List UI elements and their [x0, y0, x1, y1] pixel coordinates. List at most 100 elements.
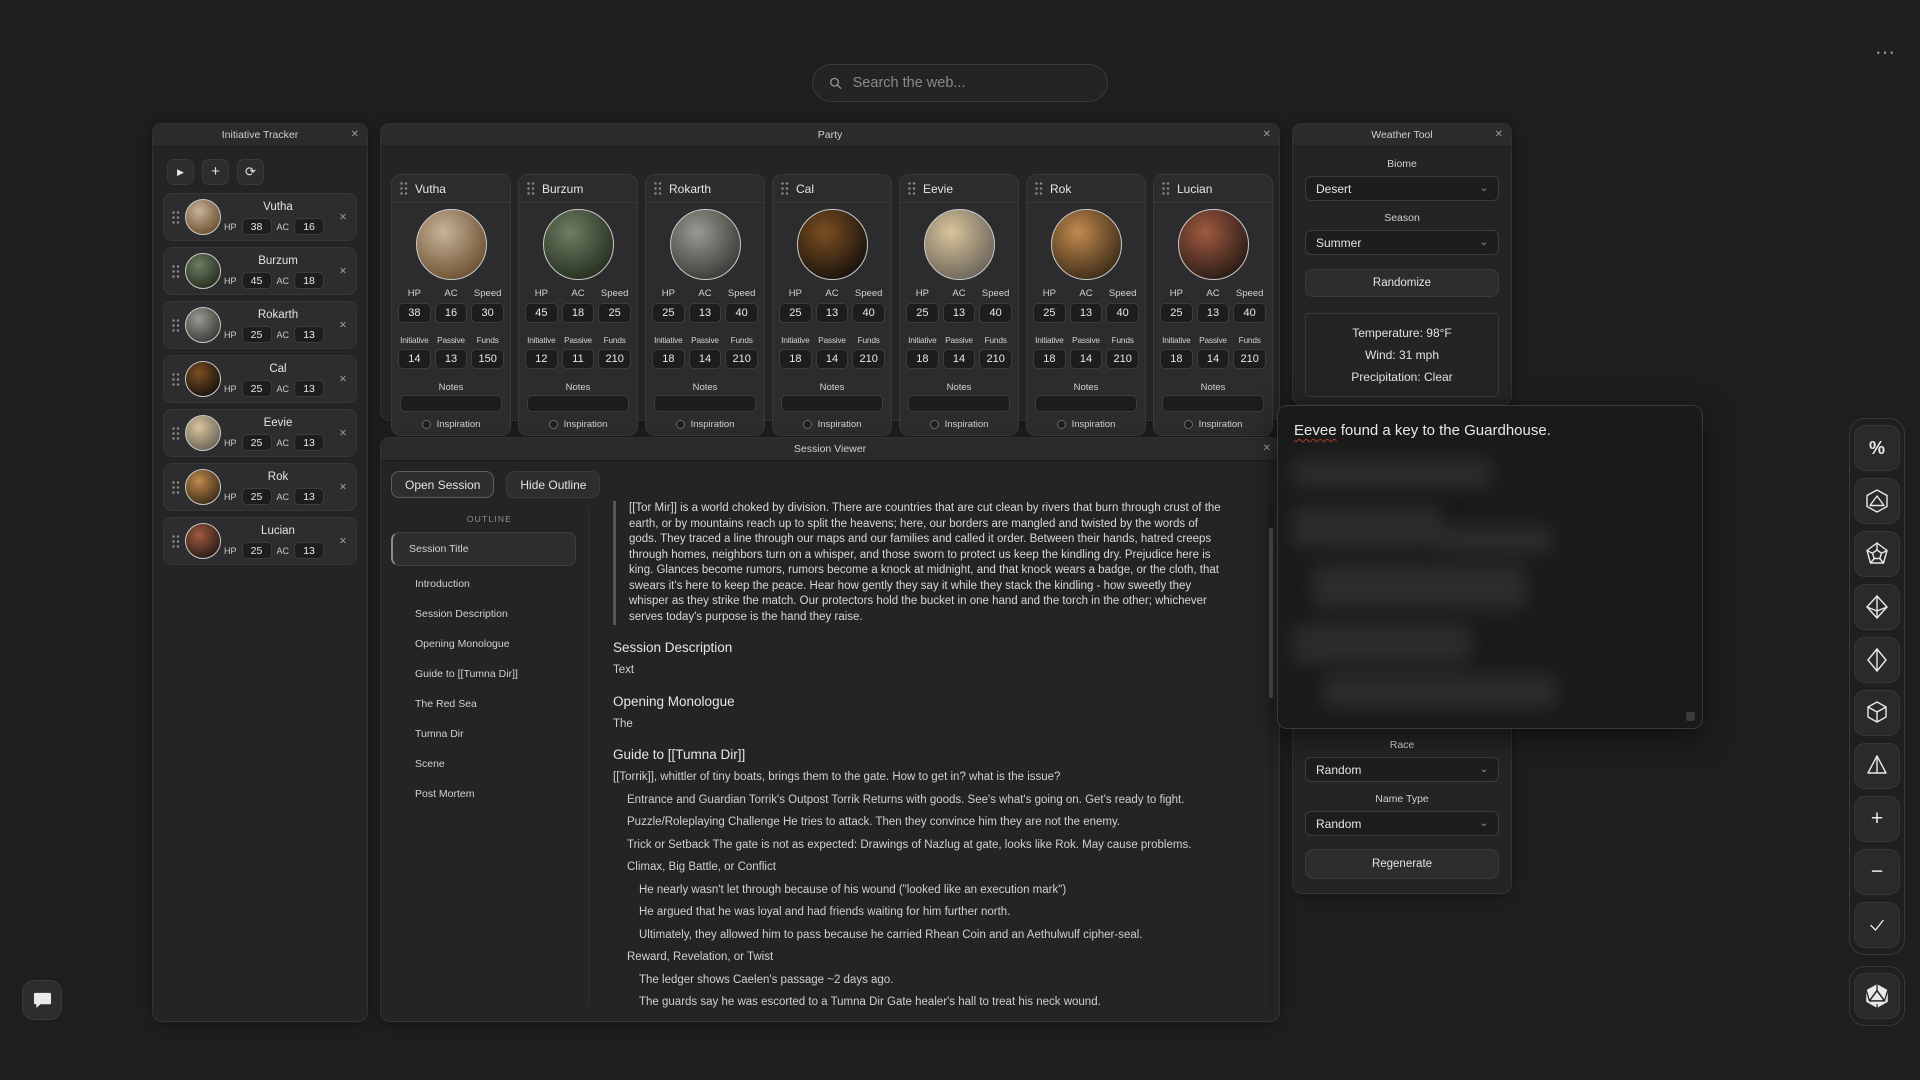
close-icon[interactable]: ✕: [1263, 443, 1271, 455]
d8-button[interactable]: [1854, 637, 1900, 683]
passive-value[interactable]: 11: [562, 349, 595, 369]
funds-value[interactable]: 210: [1233, 349, 1266, 369]
ac-value[interactable]: 13: [294, 488, 324, 505]
ac-value[interactable]: 16: [435, 303, 468, 323]
hp-value[interactable]: 45: [242, 272, 272, 289]
inspiration-radio[interactable]: [1057, 420, 1066, 429]
hp-value[interactable]: 25: [242, 434, 272, 451]
inspiration-radio[interactable]: [676, 420, 685, 429]
funds-value[interactable]: 210: [725, 349, 758, 369]
inspiration-radio[interactable]: [422, 420, 431, 429]
drag-handle-icon[interactable]: [908, 182, 916, 195]
initiative-value[interactable]: 18: [906, 349, 939, 369]
outline-item[interactable]: Session Title: [391, 532, 576, 566]
funds-value[interactable]: 210: [598, 349, 631, 369]
initiative-value[interactable]: 18: [779, 349, 812, 369]
scrollbar-thumb[interactable]: [1269, 528, 1273, 698]
close-icon[interactable]: ✕: [1263, 129, 1271, 141]
ac-value[interactable]: 13: [943, 303, 976, 323]
hp-value[interactable]: 45: [525, 303, 558, 323]
d6-button[interactable]: [1854, 690, 1900, 736]
speed-value[interactable]: 40: [979, 303, 1012, 323]
notes-input[interactable]: [1162, 395, 1264, 412]
hp-value[interactable]: 25: [906, 303, 939, 323]
drag-handle-icon[interactable]: [527, 182, 535, 195]
passive-value[interactable]: 14: [816, 349, 849, 369]
remove-icon[interactable]: ✕: [339, 212, 347, 223]
outline-item[interactable]: Tumna Dir: [391, 719, 588, 749]
funds-value[interactable]: 210: [1106, 349, 1139, 369]
hp-value[interactable]: 25: [242, 488, 272, 505]
hp-value[interactable]: 38: [398, 303, 431, 323]
ac-value[interactable]: 18: [562, 303, 595, 323]
note-text[interactable]: Eevee found a key to the Guardhouse.: [1294, 422, 1686, 439]
scrollbar-track[interactable]: [1269, 500, 1273, 1011]
check-button[interactable]: [1854, 902, 1900, 948]
percent-button[interactable]: %: [1854, 425, 1900, 471]
ac-value[interactable]: 13: [816, 303, 849, 323]
hp-value[interactable]: 25: [1160, 303, 1193, 323]
initiative-value[interactable]: 18: [1160, 349, 1193, 369]
drag-handle-icon[interactable]: [172, 427, 181, 442]
race-select[interactable]: Random ⌄: [1305, 757, 1499, 782]
outline-item[interactable]: Opening Monologue: [391, 629, 588, 659]
speed-value[interactable]: 40: [1233, 303, 1266, 323]
ac-value[interactable]: 13: [294, 380, 324, 397]
drag-handle-icon[interactable]: [172, 373, 181, 388]
randomize-button[interactable]: Randomize: [1305, 269, 1499, 297]
outline-item[interactable]: Post Mortem: [391, 779, 588, 809]
note-popup[interactable]: Eevee found a key to the Guardhouse.: [1277, 405, 1703, 729]
notes-input[interactable]: [1035, 395, 1137, 412]
speed-value[interactable]: 40: [1106, 303, 1139, 323]
chat-button[interactable]: [22, 980, 62, 1020]
drag-handle-icon[interactable]: [172, 211, 181, 226]
d12-button[interactable]: [1854, 531, 1900, 577]
drag-handle-icon[interactable]: [172, 319, 181, 334]
drag-handle-icon[interactable]: [1162, 182, 1170, 195]
outline-item[interactable]: Introduction: [391, 569, 588, 599]
passive-value[interactable]: 14: [1197, 349, 1230, 369]
speed-value[interactable]: 40: [852, 303, 885, 323]
funds-value[interactable]: 210: [979, 349, 1012, 369]
funds-value[interactable]: 210: [852, 349, 885, 369]
funds-value[interactable]: 150: [471, 349, 504, 369]
remove-icon[interactable]: ✕: [339, 266, 347, 277]
speed-value[interactable]: 25: [598, 303, 631, 323]
outline-item[interactable]: Guide to [[Tumna Dir]]: [391, 659, 588, 689]
overflow-menu-icon[interactable]: ⋯: [1875, 40, 1896, 65]
plus-button[interactable]: +: [1854, 796, 1900, 842]
notes-input[interactable]: [781, 395, 883, 412]
notes-input[interactable]: [654, 395, 756, 412]
initiative-value[interactable]: 14: [398, 349, 431, 369]
drag-handle-icon[interactable]: [400, 182, 408, 195]
ac-value[interactable]: 18: [294, 272, 324, 289]
remove-icon[interactable]: ✕: [339, 320, 347, 331]
outline-item[interactable]: The Red Sea: [391, 689, 588, 719]
open-session-button[interactable]: Open Session: [391, 471, 494, 498]
ac-value[interactable]: 13: [294, 434, 324, 451]
initiative-value[interactable]: 18: [652, 349, 685, 369]
d10-button[interactable]: [1854, 584, 1900, 630]
hp-value[interactable]: 25: [242, 326, 272, 343]
remove-icon[interactable]: ✕: [339, 374, 347, 385]
resize-grip[interactable]: [1686, 712, 1695, 721]
passive-value[interactable]: 14: [943, 349, 976, 369]
passive-value[interactable]: 13: [435, 349, 468, 369]
hp-value[interactable]: 25: [779, 303, 812, 323]
outline-item[interactable]: Scene: [391, 749, 588, 779]
session-content[interactable]: [[Tor Mir]] is a world choked by divisio…: [613, 501, 1224, 1013]
drag-handle-icon[interactable]: [654, 182, 662, 195]
drag-handle-icon[interactable]: [1035, 182, 1043, 195]
close-icon[interactable]: ✕: [351, 129, 359, 141]
ac-value[interactable]: 13: [294, 326, 324, 343]
remove-icon[interactable]: ✕: [339, 428, 347, 439]
passive-value[interactable]: 14: [689, 349, 722, 369]
drag-handle-icon[interactable]: [172, 481, 181, 496]
drag-handle-icon[interactable]: [172, 265, 181, 280]
ac-value[interactable]: 13: [1070, 303, 1103, 323]
minus-button[interactable]: −: [1854, 849, 1900, 895]
ac-value[interactable]: 13: [1197, 303, 1230, 323]
hp-value[interactable]: 38: [242, 218, 272, 235]
start-initiative-button[interactable]: ▶: [167, 159, 194, 185]
initiative-value[interactable]: 18: [1033, 349, 1066, 369]
